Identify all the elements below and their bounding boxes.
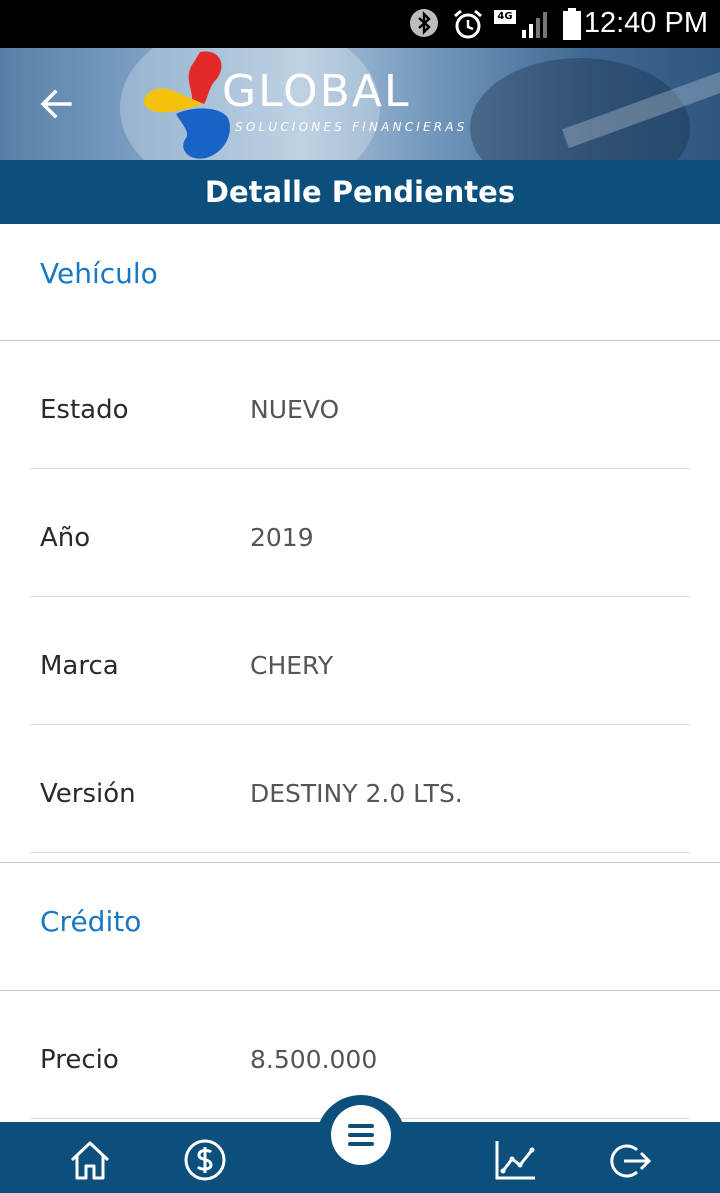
row-value: DESTINY 2.0 LTS. (250, 779, 463, 808)
row-label: Marca (40, 651, 119, 681)
section-title-vehiculo: Vehículo (40, 257, 158, 290)
chart-icon[interactable] (494, 1138, 538, 1182)
row-value: 8.500.000 (250, 1045, 378, 1074)
home-icon[interactable] (68, 1138, 112, 1182)
row-value: CHERY (250, 651, 334, 680)
back-button[interactable] (36, 84, 76, 124)
battery-icon (563, 8, 581, 40)
section-title-credito: Crédito (40, 905, 142, 938)
logo-wordmark: GLOBAL (222, 66, 411, 117)
detail-row-version: Versión DESTINY 2.0 LTS. (30, 725, 690, 853)
menu-icon (348, 1124, 374, 1146)
row-label: Precio (40, 1045, 119, 1075)
row-label: Estado (40, 395, 129, 425)
detail-row-ano: Año 2019 (30, 469, 690, 597)
global-logo: GLOBAL SOLUCIONES FINANCIERAS (142, 48, 492, 160)
section-divider (0, 853, 720, 863)
status-bar: 4G 12:40 PM (0, 0, 720, 48)
detail-content[interactable]: Vehículo Estado NUEVO Año 2019 Marca CHE… (0, 224, 720, 1122)
menu-button[interactable] (331, 1105, 391, 1165)
signal-icon (522, 12, 547, 38)
network-4g-icon: 4G (494, 10, 516, 24)
row-value: 2019 (250, 523, 314, 552)
section-vehiculo-header: Vehículo (0, 224, 720, 341)
network-label: 4G (497, 11, 513, 22)
section-credito-header: Crédito (0, 863, 720, 991)
logout-icon[interactable] (607, 1139, 651, 1183)
row-value: NUEVO (250, 395, 340, 424)
status-time: 12:40 PM (583, 7, 708, 39)
alarm-icon (454, 9, 482, 39)
detail-row-estado: Estado NUEVO (30, 341, 690, 469)
bluetooth-icon (410, 9, 438, 37)
row-label: Versión (40, 779, 136, 809)
title-bar: Detalle Pendientes (0, 160, 720, 224)
page-title: Detalle Pendientes (204, 175, 516, 209)
header-banner: GLOBAL SOLUCIONES FINANCIERAS (0, 48, 720, 160)
dollar-icon[interactable] (183, 1138, 227, 1182)
logo-subtitle: SOLUCIONES FINANCIERAS (235, 120, 468, 134)
row-label: Año (40, 523, 91, 553)
detail-row-marca: Marca CHERY (30, 597, 690, 725)
